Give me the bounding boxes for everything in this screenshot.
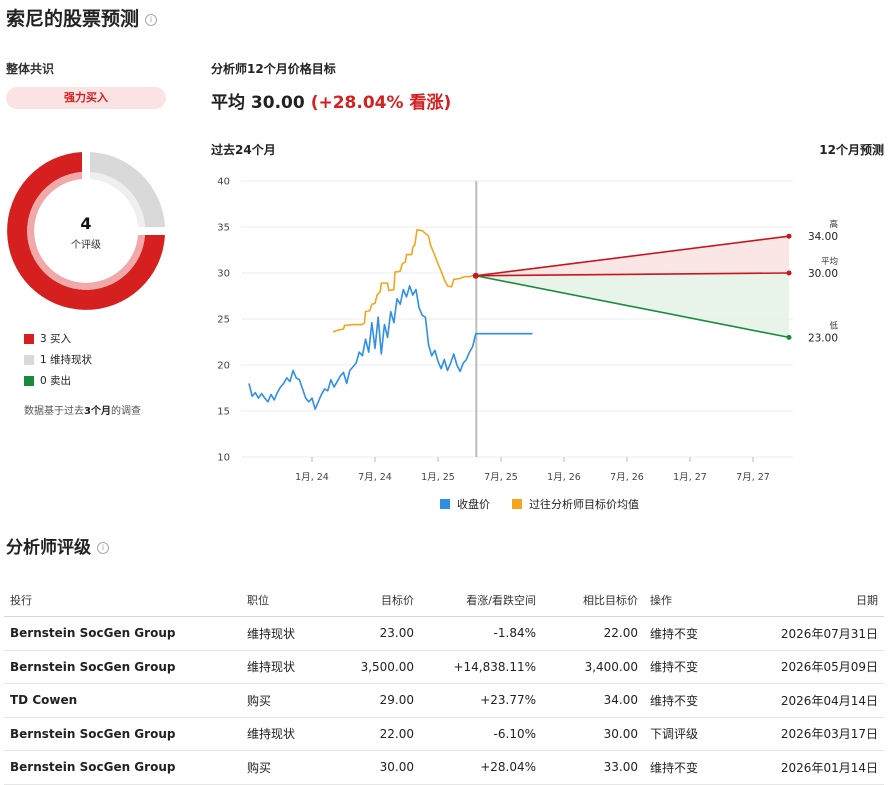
upside-cell: +28.04% — [420, 750, 542, 785]
x-tick-label: 1月, 25 — [421, 472, 455, 483]
price-chart: 10 15 20 25 30 35 40 1月, 24 7月, 24 1月, 25 7月, 25 1月… — [217, 177, 838, 512]
position-cell: 维持现状 — [241, 650, 333, 684]
prev-target-cell: 30.00 — [542, 717, 644, 751]
forecast-high-dot — [786, 233, 792, 239]
table-row[interactable]: Bernstein SocGen Group 维持现状 3,500.00 +14,83… — [4, 650, 884, 684]
ratings-title-text: 分析师评级 — [6, 538, 91, 558]
table-row[interactable]: Bernstein SocGen Group 维持现状 22.00 -6.10% 30.… — [4, 717, 884, 751]
date-cell: 2026年05月09日 — [746, 650, 884, 684]
y-tick-label: 20 — [217, 361, 230, 372]
upside-cell: -1.84% — [420, 616, 542, 651]
action-cell: 维持不变 — [644, 750, 746, 785]
date-cell: 2026年07月31日 — [746, 616, 884, 651]
forecast-low-label: 低 — [829, 320, 838, 331]
forecast-low-dot — [786, 334, 792, 340]
action-cell: 维持不变 — [644, 616, 746, 651]
y-tick-label: 40 — [217, 177, 230, 188]
x-tick-label: 7月, 26 — [610, 472, 644, 483]
target-cell: 23.00 — [333, 616, 420, 651]
forecast-start-dot — [472, 272, 479, 279]
date-cell: 2026年04月14日 — [746, 683, 884, 718]
col-header-target[interactable]: 目标价 — [333, 584, 420, 617]
col-header-upside[interactable]: 看涨/看跌空间 — [420, 584, 542, 617]
x-tick-label: 7月, 24 — [358, 472, 392, 483]
table-header-row: 投行 职位 目标价 看涨/看跌空间 相比目标价 操作 日期 — [4, 584, 884, 617]
prev-target-cell: 22.00 — [542, 616, 644, 651]
forecast-avg-label: 平均 — [821, 256, 838, 267]
date-cell: 2026年01月14日 — [746, 750, 884, 785]
position-cell: 维持现状 — [241, 717, 333, 751]
col-header-prev-target[interactable]: 相比目标价 — [542, 584, 644, 617]
col-header-firm[interactable]: 投行 — [4, 584, 241, 617]
table-row[interactable]: Bernstein SocGen Group 购买 30.00 +28.04% 33.0… — [4, 750, 884, 785]
col-header-action[interactable]: 操作 — [644, 584, 746, 617]
upside-cell: +23.77% — [420, 683, 542, 718]
firm-cell: Bernstein SocGen Group — [4, 717, 241, 751]
target-cell: 29.00 — [333, 683, 420, 718]
prev-target-cell: 3,400.00 — [542, 650, 644, 684]
x-tick-label: 1月, 26 — [547, 472, 581, 483]
prev-target-cell: 34.00 — [542, 683, 644, 718]
chart-legend-label: 过往分析师目标价均值 — [529, 497, 639, 511]
forecast-low-value: 23.00 — [808, 332, 838, 344]
col-header-position[interactable]: 职位 — [241, 584, 333, 617]
y-tick-label: 25 — [217, 315, 230, 326]
ratings-section-title: 分析师评级 i — [6, 533, 109, 558]
chart-legend-label: 收盘价 — [457, 497, 490, 511]
table-row[interactable]: Bernstein SocGen Group 维持现状 23.00 -1.84% 22.… — [4, 616, 884, 651]
col-header-date[interactable]: 日期 — [746, 584, 884, 617]
firm-cell: Bernstein SocGen Group — [4, 650, 241, 684]
y-tick-label: 30 — [217, 269, 230, 280]
position-cell: 购买 — [241, 750, 333, 785]
date-cell: 2026年03月17日 — [746, 717, 884, 751]
action-cell: 下调评级 — [644, 717, 746, 751]
y-tick-label: 10 — [217, 453, 230, 464]
forecast-avg-value: 30.00 — [808, 268, 838, 280]
action-cell: 维持不变 — [644, 683, 746, 718]
info-icon[interactable]: i — [97, 542, 109, 554]
position-cell: 维持现状 — [241, 616, 333, 651]
avg-target-line[interactable] — [332, 228, 476, 333]
chart-legend-swatch — [440, 499, 450, 509]
upside-cell: +14,838.11% — [420, 650, 542, 684]
prev-target-cell: 33.00 — [542, 750, 644, 785]
close-price-line[interactable] — [248, 285, 533, 410]
table-row[interactable]: TD Cowen 购买 29.00 +23.77% 34.00 维持不变 2026年04月1… — [4, 683, 884, 718]
target-cell: 22.00 — [333, 717, 420, 751]
firm-cell: Bernstein SocGen Group — [4, 750, 241, 785]
x-tick-label: 1月, 24 — [295, 472, 329, 483]
chart-legend-swatch — [512, 499, 522, 509]
forecast-avg-dot — [786, 270, 792, 276]
x-tick-label: 1月, 27 — [673, 472, 707, 483]
x-tick-label: 7月, 27 — [736, 472, 770, 483]
target-cell: 3,500.00 — [333, 650, 420, 684]
target-cell: 30.00 — [333, 750, 420, 785]
y-tick-label: 15 — [217, 407, 230, 418]
firm-cell: Bernstein SocGen Group — [4, 616, 241, 651]
position-cell: 购买 — [241, 683, 333, 718]
action-cell: 维持不变 — [644, 650, 746, 684]
x-tick-label: 7月, 25 — [484, 472, 518, 483]
y-tick-label: 35 — [217, 223, 230, 234]
upside-cell: -6.10% — [420, 717, 542, 751]
forecast-high-label: 高 — [829, 219, 838, 230]
forecast-high-value: 34.00 — [808, 231, 838, 243]
ratings-table: 投行 职位 目标价 看涨/看跌空间 相比目标价 操作 日期 Bernstein … — [4, 584, 884, 785]
firm-cell: TD Cowen — [4, 683, 241, 718]
